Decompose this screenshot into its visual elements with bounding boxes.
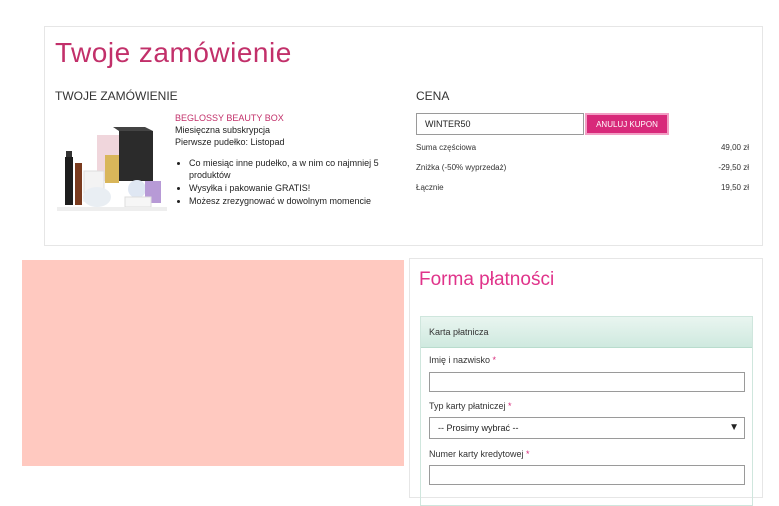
discount-label: Zniżka (-50% wyprzedaż)	[416, 163, 507, 172]
card-number-input[interactable]	[429, 465, 745, 485]
coupon-input[interactable]	[416, 113, 584, 135]
discount-row: Zniżka (-50% wyprzedaż) -29,50 zł	[416, 163, 749, 172]
cardholder-name-input[interactable]	[429, 372, 745, 392]
placeholder-block	[22, 260, 404, 466]
total-row: Łącznie 19,50 zł	[416, 183, 749, 192]
card-type-selected-value: -- Prosimy wybrać --	[438, 423, 519, 433]
product-image	[57, 127, 167, 211]
card-number-label-text: Numer karty kredytowej	[429, 449, 524, 459]
card-type-select[interactable]: -- Prosimy wybrać -- ▼	[429, 417, 745, 439]
subtotal-row: Suma częściowa 49,00 zł	[416, 143, 749, 152]
card-type-label-text: Typ karty płatniczej	[429, 401, 506, 411]
product-feature-list: Co miesiąc inne pudełko, a w nim co najm…	[175, 157, 409, 208]
product-subscription: Miesięczna subskrypcja	[175, 125, 271, 135]
product-name: Beglossy Beauty Box	[175, 113, 284, 123]
discount-value: -29,50 zł	[718, 163, 749, 172]
order-title: Twoje zamówienie	[55, 37, 292, 68]
required-mark: *	[526, 449, 530, 459]
payment-title: Forma płatności	[419, 269, 555, 290]
list-item: Co miesiąc inne pudełko, a w nim co najm…	[189, 157, 409, 181]
required-mark: *	[492, 355, 497, 365]
cancel-coupon-button[interactable]: Anuluj kupon	[585, 113, 669, 135]
name-field-label: Imię i nazwisko *	[429, 355, 496, 365]
required-mark: *	[508, 401, 512, 411]
subtotal-value: 49,00 zł	[720, 143, 749, 152]
list-item: Możesz zrezygnować w dowolnym momencie	[189, 195, 409, 207]
total-value: 19,50 zł	[720, 183, 749, 192]
caret-down-icon: ▼	[729, 422, 739, 433]
name-label-text: Imię i nazwisko	[429, 355, 491, 365]
total-label: Łącznie	[416, 183, 444, 192]
list-item: Wysyłka i pakowanie GRATIS!	[189, 182, 409, 194]
card-payment-header[interactable]: Karta płatnicza	[421, 317, 752, 348]
order-summary-panel: Twoje zamówienie Twoje zamówienie Cena B…	[44, 26, 763, 246]
subtotal-label: Suma częściowa	[416, 143, 477, 152]
price-column-header: Cena	[416, 89, 450, 103]
card-type-field-label: Typ karty płatniczej *	[429, 401, 512, 411]
card-number-field-label: Numer karty kredytowej *	[429, 449, 530, 459]
payment-panel: Forma płatności Karta płatnicza Imię i n…	[409, 258, 763, 506]
card-payment-box: Karta płatnicza Imię i nazwisko * Typ ka…	[420, 316, 753, 506]
product-first-box: Pierwsze pudełko: Listopad	[175, 137, 285, 147]
order-column-header: Twoje zamówienie	[55, 89, 178, 103]
